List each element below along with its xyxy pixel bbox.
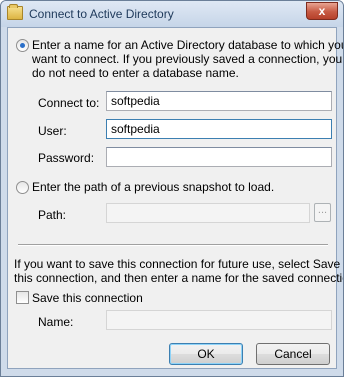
close-button[interactable]: x (306, 2, 338, 20)
radio-database-label-line1: Enter a name for an Active Directory dat… (32, 38, 344, 52)
password-input[interactable] (106, 147, 332, 167)
name-input[interactable] (106, 310, 332, 330)
user-input[interactable]: softpedia (106, 119, 332, 139)
dialog-window: Connect to Active Directory x Enter a na… (0, 0, 344, 377)
save-info-line1: If you want to save this connection for … (14, 257, 341, 271)
close-icon: x (318, 4, 326, 18)
save-connection-checkbox[interactable] (16, 291, 29, 304)
save-info-line2: this connection, and then enter a name f… (14, 271, 344, 285)
browse-button[interactable]: ... (314, 203, 331, 222)
title-bar[interactable]: Connect to Active Directory x (1, 1, 343, 27)
folder-icon (7, 4, 23, 20)
path-label: Path: (38, 208, 67, 222)
save-connection-label: Save this connection (32, 291, 143, 305)
window-title: Connect to Active Directory (29, 7, 174, 21)
password-label: Password: (38, 151, 95, 165)
radio-database-label-line2: want to connect. If you previously saved… (32, 52, 343, 66)
connect-to-input[interactable]: softpedia (106, 91, 332, 111)
cancel-button[interactable]: Cancel (256, 343, 330, 365)
ok-button[interactable]: OK (169, 343, 243, 365)
radio-database-label-line3: do not need to enter a database name. (32, 66, 239, 80)
separator (18, 244, 328, 246)
dialog-client-area: Enter a name for an Active Directory dat… (7, 27, 343, 369)
radio-database[interactable] (16, 39, 29, 52)
user-label: User: (38, 124, 67, 138)
name-label: Name: (38, 315, 74, 329)
radio-snapshot[interactable] (16, 181, 29, 194)
path-input[interactable] (106, 203, 310, 223)
radio-snapshot-label: Enter the path of a previous snapshot to… (32, 180, 275, 194)
connect-to-label: Connect to: (38, 96, 100, 110)
